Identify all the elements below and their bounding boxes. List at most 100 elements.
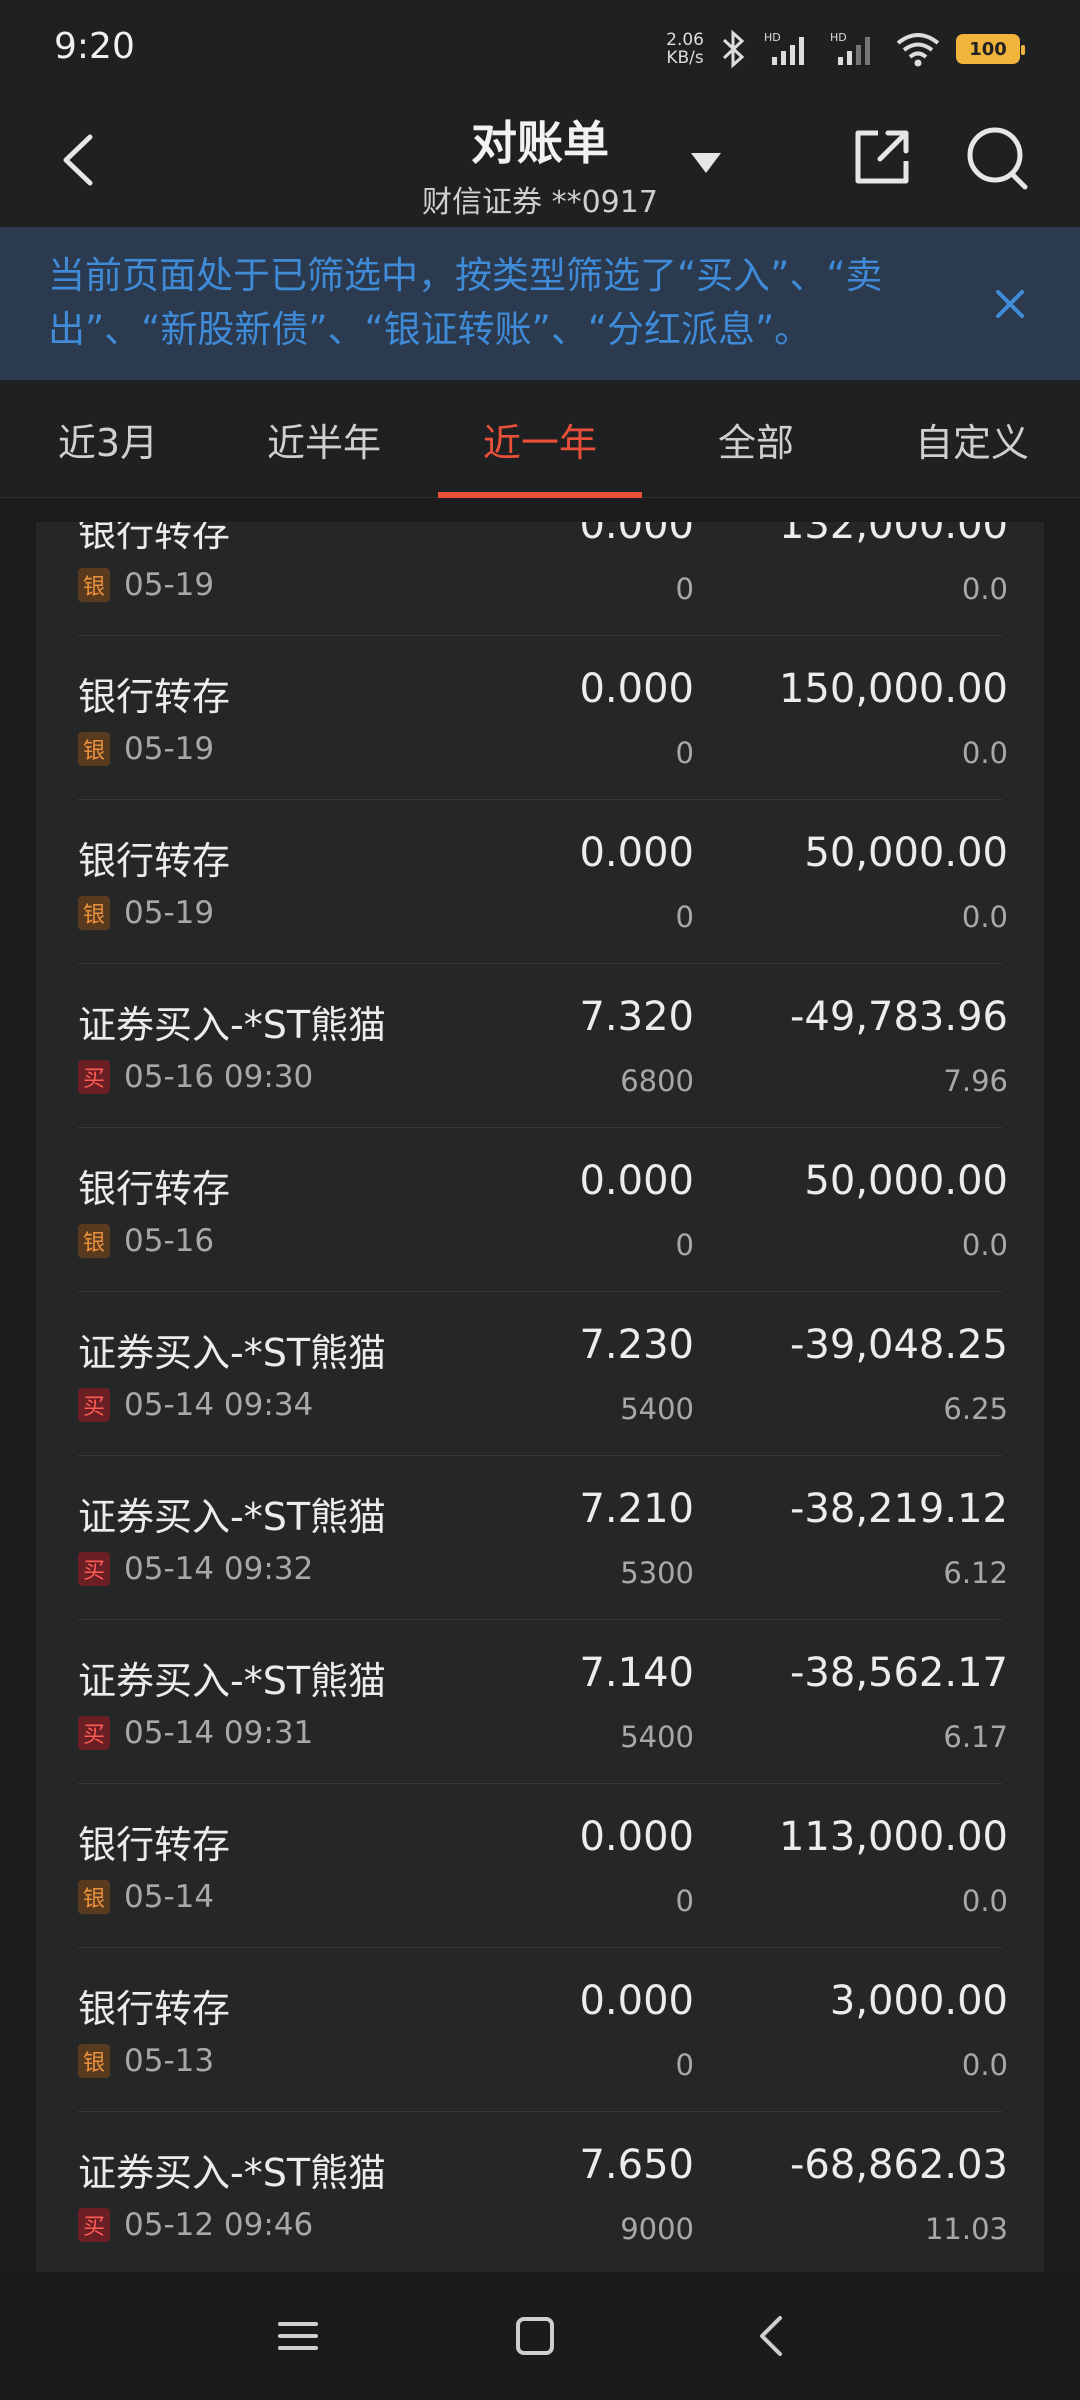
record-quantity: 5300: [620, 1556, 694, 1590]
record-fee: 0.0: [961, 736, 1008, 770]
record-tag: 买: [78, 1716, 110, 1750]
record-price: 7.650: [579, 2142, 694, 2188]
record-fee: 6.17: [943, 1720, 1008, 1754]
record-date: 05-14 09:31: [124, 1715, 314, 1751]
signal-icon-1: HD: [764, 31, 804, 65]
record-price: 7.140: [579, 1650, 694, 1696]
record-quantity: 9000: [620, 2212, 694, 2246]
battery-icon: 100: [956, 34, 1025, 64]
list-item[interactable]: 证券买入-*ST熊猫 买 05-14 09:32 7.210 5300 -38,…: [36, 1456, 1044, 1620]
back-nav-icon[interactable]: [742, 2312, 802, 2360]
page-title[interactable]: 对账单: [0, 107, 1080, 173]
record-type: 银行转存: [78, 675, 231, 719]
list-item[interactable]: 证券买入-*ST熊猫 买 05-14 09:31 7.140 5400 -38,…: [36, 1620, 1044, 1784]
filter-description: 当前页面处于已筛选中，按类型筛选了“买入”、“卖出”、“新股新债”、“银证转账”…: [48, 254, 883, 351]
list-item[interactable]: 证券买入-*ST熊猫 买 05-14 09:34 7.230 5400 -39,…: [36, 1292, 1044, 1456]
list-item[interactable]: 银行转存 银 05-14 0.000 0 113,000.00 0.0: [36, 1784, 1044, 1948]
record-amount: -38,219.12: [789, 1486, 1008, 1532]
record-tag: 银: [78, 896, 110, 930]
record-type: 银行转存: [78, 1823, 231, 1867]
record-date: 05-19: [124, 895, 215, 931]
search-icon[interactable]: [963, 123, 1031, 191]
record-date: 05-16: [124, 1223, 215, 1259]
record-amount: 150,000.00: [778, 666, 1008, 712]
list-item[interactable]: 银行转存 银 05-16 0.000 0 50,000.00 0.0: [36, 1128, 1044, 1292]
record-tag: 银: [78, 1224, 110, 1258]
system-nav-bar: [0, 2272, 1080, 2400]
record-date: 05-19: [124, 567, 215, 603]
account-dropdown-icon[interactable]: [688, 149, 724, 177]
period-tabs: 近3月 近半年 近一年 全部 自定义: [0, 380, 1080, 498]
record-fee: 6.12: [943, 1556, 1008, 1590]
record-fee: 7.96: [943, 1064, 1008, 1098]
record-type: 证券买入-*ST熊猫: [78, 1495, 387, 1539]
record-tag: 买: [78, 1060, 110, 1094]
home-icon[interactable]: [505, 2312, 565, 2360]
tab-one-year[interactable]: 近一年: [432, 380, 648, 498]
share-icon[interactable]: [850, 125, 914, 189]
record-price: 7.210: [579, 1486, 694, 1532]
record-date: 05-13: [124, 2043, 215, 2079]
record-type: 证券买入-*ST熊猫: [78, 2151, 387, 2195]
status-time: 9:20: [54, 26, 135, 67]
record-amount: 3,000.00: [829, 1978, 1008, 2024]
list-item[interactable]: 银行转存 银 05-13 0.000 0 3,000.00 0.0: [36, 1948, 1044, 2112]
network-speed-value: 2.06: [666, 30, 704, 50]
list-item[interactable]: 证券买入-*ST熊猫 买 05-16 09:30 7.320 6800 -49,…: [36, 964, 1044, 1128]
record-tag: 买: [78, 1388, 110, 1422]
list-item[interactable]: 证券买入-*ST熊猫 买 05-12 09:46 7.650 9000 -68,…: [36, 2112, 1044, 2272]
record-type: 银行转存: [78, 1167, 231, 1211]
bluetooth-icon: [722, 29, 745, 69]
menu-icon[interactable]: [268, 2312, 328, 2360]
active-tab-indicator: [438, 492, 642, 498]
record-quantity: 5400: [620, 1392, 694, 1426]
record-amount: -39,048.25: [789, 1322, 1008, 1368]
record-price: 0.000: [579, 1814, 694, 1860]
list-item[interactable]: 银行转存 银 05-19 0.000 0 132,000.00 0.0: [36, 522, 1044, 636]
record-quantity: 0: [675, 2048, 694, 2082]
wifi-icon: [896, 33, 940, 67]
record-price: 0.000: [579, 1158, 694, 1204]
record-tag: 买: [78, 2208, 110, 2242]
record-date: 05-14 09:32: [124, 1551, 314, 1587]
tab-all[interactable]: 全部: [648, 380, 864, 498]
filter-banner: 当前页面处于已筛选中，按类型筛选了“买入”、“卖出”、“新股新债”、“银证转账”…: [0, 227, 1080, 380]
list-item[interactable]: 银行转存 银 05-19 0.000 0 150,000.00 0.0: [36, 636, 1044, 800]
svg-text:HD: HD: [764, 31, 781, 44]
record-quantity: 0: [675, 736, 694, 770]
tab-half-year[interactable]: 近半年: [216, 380, 432, 498]
record-date: 05-12 09:46: [124, 2207, 314, 2243]
close-icon[interactable]: [990, 284, 1030, 324]
record-tag: 买: [78, 1552, 110, 1586]
record-quantity: 6800: [620, 1064, 694, 1098]
list-item[interactable]: 银行转存 银 05-19 0.000 0 50,000.00 0.0: [36, 800, 1044, 964]
tab-3-months[interactable]: 近3月: [0, 380, 216, 498]
record-tag: 银: [78, 732, 110, 766]
record-type: 银行转存: [78, 522, 231, 555]
record-tag: 银: [78, 1880, 110, 1914]
record-fee: 11.03: [924, 2212, 1008, 2246]
record-price: 0.000: [579, 1978, 694, 2024]
record-amount: 132,000.00: [778, 522, 1008, 548]
record-amount: 113,000.00: [778, 1814, 1008, 1860]
tab-custom[interactable]: 自定义: [864, 380, 1080, 498]
statement-list: 银行转存 银 05-19 0.000 0 132,000.00 0.0 银行转存…: [36, 522, 1044, 2272]
record-date: 05-14: [124, 1879, 215, 1915]
network-speed-unit: KB/s: [666, 48, 704, 68]
record-type: 证券买入-*ST熊猫: [78, 1659, 387, 1703]
record-price: 0.000: [579, 830, 694, 876]
record-amount: -49,783.96: [789, 994, 1008, 1040]
record-date: 05-16 09:30: [124, 1059, 314, 1095]
record-date: 05-19: [124, 731, 215, 767]
record-amount: 50,000.00: [804, 1158, 1008, 1204]
signal-icon-2: HD: [830, 31, 870, 65]
record-price: 7.230: [579, 1322, 694, 1368]
svg-text:HD: HD: [830, 31, 847, 44]
record-quantity: 0: [675, 1884, 694, 1918]
record-fee: 0.0: [961, 572, 1008, 606]
account-subtitle[interactable]: 财信证券 **0917: [0, 177, 1080, 221]
status-bar: 9:20 2.06 KB/s HD HD 100: [0, 0, 1080, 95]
record-tag: 银: [78, 2044, 110, 2078]
record-quantity: 0: [675, 1228, 694, 1262]
network-speed: 2.06 KB/s: [666, 31, 704, 67]
